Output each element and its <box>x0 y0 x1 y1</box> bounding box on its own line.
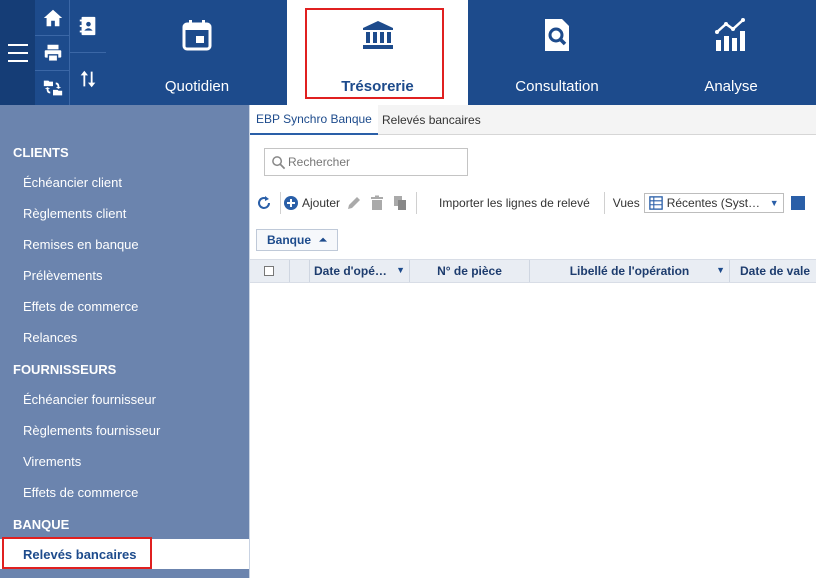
sidebar-item-virements[interactable]: Virements <box>0 446 249 477</box>
delete-button[interactable] <box>369 191 385 215</box>
divider <box>70 52 106 53</box>
group-by-banque-button[interactable]: Banque ⏶ <box>256 229 339 251</box>
main-content: EBP Synchro Banque Relevés bancaires Rec… <box>250 105 816 578</box>
filter-icon: ▼ <box>716 265 725 275</box>
group-label: Banque <box>267 233 312 247</box>
toolbar: Ajouter Importer les lignes de relevé Vu… <box>250 190 816 216</box>
view-settings-button[interactable] <box>790 191 806 215</box>
trash-icon <box>371 195 384 210</box>
search-placeholder: Rechercher <box>288 155 351 169</box>
plus-circle-icon <box>284 196 298 210</box>
tab-label: Analyse <box>704 78 758 95</box>
import-label: Importer les lignes de relevé <box>439 196 590 210</box>
tab-label: Quotidien <box>164 78 230 95</box>
sort-icon <box>80 70 95 88</box>
tab-label: Consultation <box>515 78 599 95</box>
table-header: Date d'opé… ▼ N° de pièce Libellé de l'o… <box>250 259 816 283</box>
contacts-button[interactable] <box>71 1 104 51</box>
columns-icon <box>790 196 805 210</box>
grid-view-icon <box>648 196 663 210</box>
hamburger-menu-button[interactable] <box>0 0 35 105</box>
column-label: N° de pièce <box>437 264 502 278</box>
sync-folders-icon <box>43 80 62 95</box>
sidebar-item-echeancier-fournisseur[interactable]: Échéancier fournisseur <box>0 384 249 415</box>
print-icon <box>44 44 61 62</box>
sidebar-item-reglements-client[interactable]: Règlements client <box>0 198 249 229</box>
views-label: Vues <box>612 196 640 210</box>
add-label: Ajouter <box>302 196 341 210</box>
print-button[interactable] <box>36 36 69 69</box>
chart-icon <box>711 15 751 55</box>
sidebar-item-prelevements[interactable]: Prélèvements <box>0 260 249 291</box>
column-libelle-operation[interactable]: Libellé de l'opération ▼ <box>530 260 730 282</box>
home-icon <box>43 9 62 26</box>
calendar-icon <box>177 15 217 55</box>
sidebar-section-fournisseurs: FOURNISSEURS <box>13 362 117 377</box>
divider <box>416 192 418 214</box>
search-icon <box>272 155 286 169</box>
sidebar-section-clients: CLIENTS <box>13 145 69 160</box>
home-button[interactable] <box>36 1 69 34</box>
sidebar-item-effets-de-commerce-fournisseurs[interactable]: Effets de commerce <box>0 477 249 508</box>
copy-icon <box>394 196 407 210</box>
tab-analyse[interactable]: Analyse <box>646 0 816 105</box>
tab-tresorerie[interactable]: Trésorerie <box>287 0 468 105</box>
sidebar-item-releves-bancaires[interactable]: Relevés bancaires <box>0 539 249 569</box>
chevron-down-icon: ▼ <box>769 198 779 208</box>
sidebar-item-relances[interactable]: Relances <box>0 322 249 353</box>
sort-desc-icon: ▼ <box>396 265 405 275</box>
pencil-icon <box>348 197 361 209</box>
sort-button[interactable] <box>71 55 104 103</box>
sidebar-item-reglements-fournisseur[interactable]: Règlements fournisseur <box>0 415 249 446</box>
views-select[interactable]: Récentes (Syst… ▼ <box>643 193 784 213</box>
column-label: Libellé de l'opération <box>569 264 690 278</box>
sidebar-item-remises-en-banque[interactable]: Remises en banque <box>0 229 249 260</box>
import-lines-button[interactable]: Importer les lignes de relevé <box>439 191 590 215</box>
column-numero-piece[interactable]: N° de pièce <box>410 260 530 282</box>
add-button[interactable]: Ajouter <box>283 191 340 215</box>
bank-icon <box>358 15 398 55</box>
select-all-checkbox[interactable] <box>250 260 290 282</box>
column-date-operation[interactable]: Date d'opé… ▼ <box>310 260 410 282</box>
column-date-valeur[interactable]: Date de vale <box>730 260 816 282</box>
divider <box>603 192 605 214</box>
checkbox <box>264 266 274 276</box>
tab-releves-bancaires[interactable]: Relevés bancaires <box>376 105 487 135</box>
tab-consultation[interactable]: Consultation <box>468 0 646 105</box>
subtab-bar: EBP Synchro Banque Relevés bancaires <box>250 105 816 135</box>
sort-ascending-icon: ⏶ <box>319 234 328 246</box>
tab-label: Trésorerie <box>341 78 414 95</box>
contacts-icon <box>79 16 95 36</box>
tab-ebp-synchro-banque[interactable]: EBP Synchro Banque <box>250 105 378 135</box>
column-label: Date de vale <box>740 264 811 278</box>
menu-icon <box>7 41 28 65</box>
column-label: Date d'opé… <box>314 264 387 278</box>
views-value: Récentes (Syst… <box>666 196 761 210</box>
sidebar-section-banque: BANQUE <box>13 517 70 532</box>
divider <box>280 192 281 214</box>
search-document-icon <box>537 15 577 55</box>
refresh-icon <box>258 196 270 209</box>
sidebar-item-echeancier-client[interactable]: Échéancier client <box>0 167 249 198</box>
duplicate-button[interactable] <box>392 191 408 215</box>
search-input[interactable]: Rechercher <box>264 148 468 176</box>
edit-button[interactable] <box>346 191 362 215</box>
refresh-button[interactable] <box>256 191 272 215</box>
tab-quotidien[interactable]: Quotidien <box>107 0 287 105</box>
sidebar-item-effets-de-commerce-clients[interactable]: Effets de commerce <box>0 291 249 322</box>
row-indicator-column <box>290 260 310 282</box>
sync-folders-button[interactable] <box>36 71 69 104</box>
